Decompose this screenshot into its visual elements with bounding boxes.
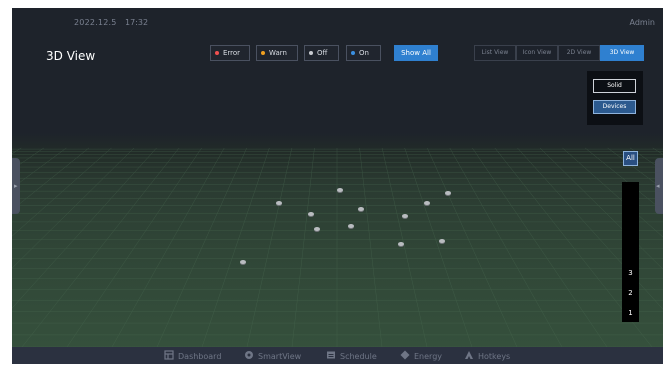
nav-hotkeys[interactable]: Hotkeys <box>464 350 510 362</box>
device-marker[interactable] <box>314 227 320 231</box>
chevron-left-icon: ◂ <box>656 182 660 190</box>
device-marker[interactable] <box>337 188 343 192</box>
energy-icon <box>400 350 410 360</box>
show-all-button[interactable]: Show All <box>394 45 438 61</box>
date-label: 2022.12.5 <box>74 18 117 27</box>
off-dot-icon <box>309 51 313 55</box>
floor-2-button[interactable]: 2 <box>622 289 639 297</box>
filter-warn-button[interactable]: Warn <box>256 45 298 61</box>
floor-all-button[interactable]: All <box>623 151 638 166</box>
2d-view-button[interactable]: 2D View <box>558 45 600 61</box>
device-marker[interactable] <box>348 224 354 228</box>
list-view-button[interactable]: List View <box>474 45 516 61</box>
on-dot-icon <box>351 51 355 55</box>
device-marker[interactable] <box>276 201 282 205</box>
smartview-icon <box>245 351 253 359</box>
solid-mode-button[interactable]: Solid <box>593 79 636 93</box>
devices-mode-button[interactable]: Devices <box>593 100 636 114</box>
device-marker[interactable] <box>398 242 404 246</box>
device-marker[interactable] <box>424 201 430 205</box>
device-marker[interactable] <box>402 214 408 218</box>
page-title: 3D View <box>46 49 96 63</box>
render-mode-panel: Solid Devices <box>587 71 643 125</box>
error-dot-icon <box>215 51 219 55</box>
3d-view-button[interactable]: 3D View <box>600 45 644 61</box>
warn-dot-icon <box>261 51 265 55</box>
app-window: 2022.12.5 17:32 Admin 3D View Error Warn… <box>12 8 663 364</box>
hotkeys-icon <box>465 351 473 359</box>
user-menu[interactable]: Admin <box>630 18 656 27</box>
schedule-icon <box>327 351 335 359</box>
nav-schedule[interactable]: Schedule <box>326 350 377 362</box>
device-marker[interactable] <box>445 191 451 195</box>
right-panel-toggle[interactable]: ◂ <box>655 158 663 214</box>
nav-smartview[interactable]: SmartView <box>244 350 301 362</box>
filter-on-button[interactable]: On <box>346 45 381 61</box>
nav-energy[interactable]: Energy <box>400 350 442 362</box>
left-panel-toggle[interactable]: ▸ <box>12 158 20 214</box>
floor-selector: 3 2 1 <box>622 182 639 322</box>
device-marker[interactable] <box>358 207 364 211</box>
icon-view-button[interactable]: Icon View <box>516 45 558 61</box>
top-bar: 2022.12.5 17:32 Admin <box>12 8 663 38</box>
device-marker[interactable] <box>308 212 314 216</box>
bottom-nav-bar: Dashboard SmartView Schedule Energy Hotk… <box>12 347 663 364</box>
chevron-right-icon: ▸ <box>14 182 18 190</box>
dashboard-icon <box>164 350 174 360</box>
device-marker[interactable] <box>240 260 246 264</box>
nav-dashboard[interactable]: Dashboard <box>164 350 221 362</box>
floor-1-button[interactable]: 1 <box>622 309 639 317</box>
device-marker[interactable] <box>439 239 445 243</box>
filter-error-button[interactable]: Error <box>210 45 250 61</box>
time-label: 17:32 <box>125 18 149 27</box>
floor-3-button[interactable]: 3 <box>622 269 639 277</box>
filter-off-button[interactable]: Off <box>304 45 339 61</box>
